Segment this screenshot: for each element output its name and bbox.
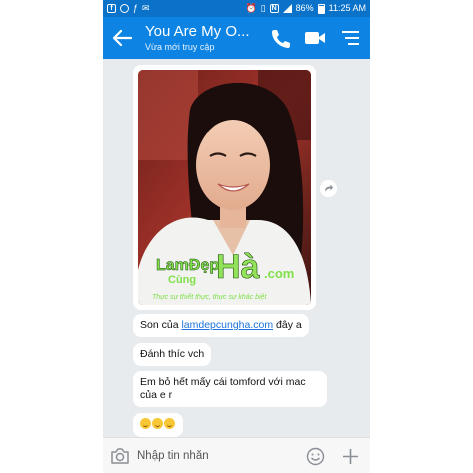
message-input[interactable] [137,446,287,466]
message-bubble[interactable]: Em bỏ hết mấy cái tomford với mac của e … [133,371,327,407]
signal-icon [282,4,292,13]
notification-icons: f ƒ ✉ [107,4,150,13]
svg-text:.com: .com [264,266,294,281]
message-bubble[interactable]: Son của lamdepcungha.com đây a [133,314,309,337]
emoji-icon[interactable] [306,447,325,466]
chat-title[interactable]: You Are My O... [145,23,250,40]
alarm-icon: ⏰ [245,3,257,13]
photo-message[interactable]: LamĐẹp Cùng Hà .com Thực sự thiết thực, … [133,65,316,310]
message-bubble[interactable]: Đánh thíc vch [133,343,212,366]
nfc-icon: N [269,4,279,13]
menu-icon[interactable] [341,29,361,47]
message-text: đây a [273,319,302,331]
battery-percent: 86% [295,3,314,13]
watermark-tagline: Thực sự thiết thực, thực sự khác biệt [152,293,267,301]
message-composer [103,437,370,473]
at-sign-icon: ƒ [133,3,139,13]
message-text: Son của [140,319,182,331]
chat-header: You Are My O... Vừa mới truy cập [103,17,370,59]
message-text: Đánh thíc vch [140,348,205,360]
instagram-icon [120,4,129,13]
grinning-sweat-emoji [152,417,163,429]
video-camera-icon[interactable] [304,28,326,48]
camera-icon[interactable] [110,447,130,465]
svg-text:Hà: Hà [216,248,260,286]
vibrate-icon: ▯ [260,3,266,13]
message-link[interactable]: lamdepcungha.com [181,319,273,331]
battery-icon [317,3,325,14]
status-bar: f ƒ ✉ ⏰ ▯ N 86% 11:25 AM [103,0,370,17]
svg-text:Cùng: Cùng [168,274,196,286]
mail-icon: ✉ [142,3,150,13]
phone-screen: f ƒ ✉ ⏰ ▯ N 86% 11:25 AM You Are My O...… [103,0,370,473]
clock: 11:25 AM [328,3,366,13]
watermark-brand: LamĐẹp [156,257,219,274]
back-icon[interactable] [111,28,133,48]
message-text: Em bỏ hết mấy cái tomford với mac của e … [140,376,306,401]
facebook-icon: f [107,4,116,13]
phone-icon[interactable] [269,27,291,49]
grinning-sweat-emoji [164,417,175,429]
shared-photo[interactable]: LamĐẹp Cùng Hà .com Thực sự thiết thực, … [138,70,311,305]
plus-icon[interactable] [341,447,360,466]
message-bubble[interactable] [133,413,183,437]
forward-icon[interactable] [320,180,337,197]
presence-status: Vừa mới truy cập [145,42,215,52]
system-icons: ⏰ ▯ N 86% 11:25 AM [245,3,366,14]
grinning-sweat-emoji [140,417,151,429]
